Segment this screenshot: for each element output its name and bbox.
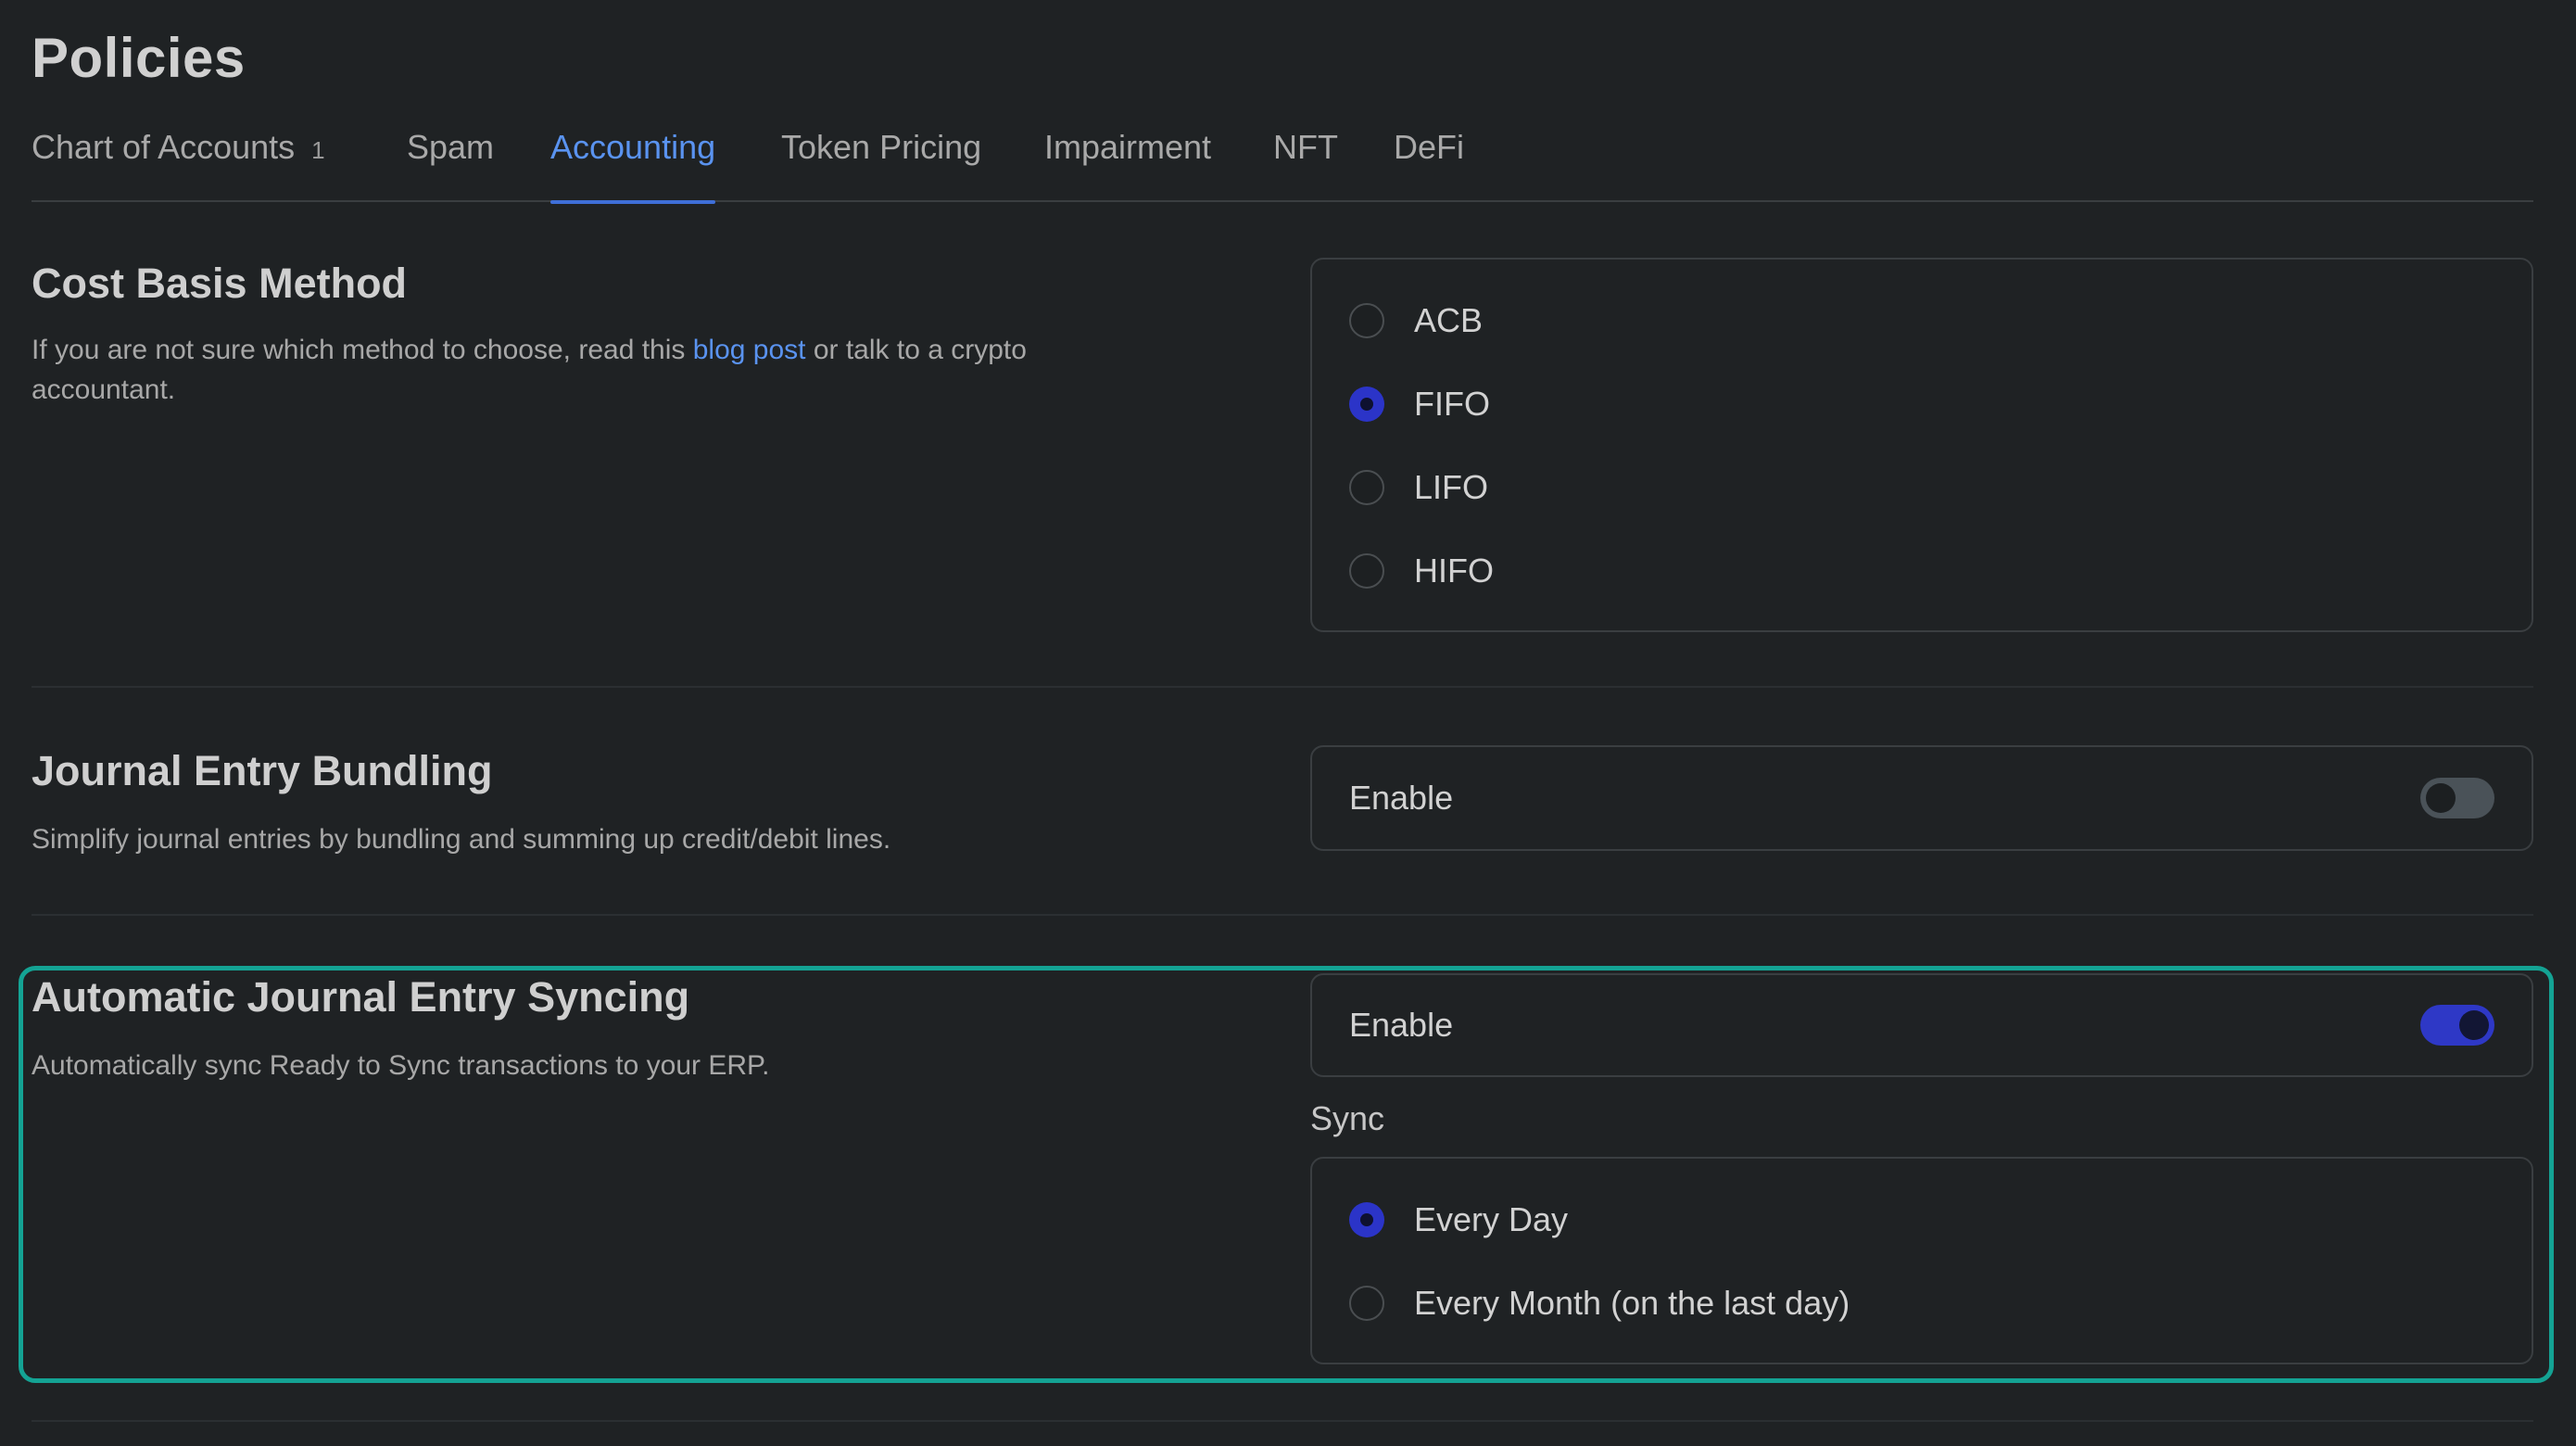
tab-nft[interactable]: NFT: [1273, 128, 1338, 202]
cost-basis-title: Cost Basis Method: [32, 260, 408, 307]
enable-label: Enable: [1349, 1006, 1454, 1044]
radio-button[interactable]: [1349, 470, 1384, 505]
radio-button[interactable]: [1349, 303, 1384, 338]
section-divider: [32, 1420, 2533, 1422]
radio-option-hifo[interactable]: HIFO: [1349, 543, 1494, 599]
radio-option-acb[interactable]: ACB: [1349, 293, 1483, 349]
cost-basis-desc-text: If you are not sure which method to choo…: [32, 335, 693, 365]
tab-label: DeFi: [1394, 128, 1465, 166]
tab-defi[interactable]: DeFi: [1394, 128, 1464, 202]
radio-label: FIFO: [1414, 385, 1490, 423]
tab-token-pricing[interactable]: Token Pricing: [781, 128, 981, 202]
bundling-title: Journal Entry Bundling: [32, 747, 493, 794]
tab-label: Spam: [407, 128, 495, 166]
radio-option-fifo[interactable]: FIFO: [1349, 376, 1490, 432]
radio-label: Every Day: [1414, 1200, 1569, 1238]
auto-sync-description: Automatically sync Ready to Sync transac…: [32, 1050, 770, 1081]
radio-button-selected[interactable]: [1349, 387, 1384, 422]
auto-sync-toggle[interactable]: [2420, 1005, 2494, 1046]
cost-basis-description: If you are not sure which method to choo…: [32, 330, 1162, 410]
tab-impairment[interactable]: Impairment: [1044, 128, 1211, 202]
radio-button-selected[interactable]: [1349, 1202, 1384, 1237]
tab-count-badge: 1: [311, 136, 325, 164]
section-divider: [32, 686, 2533, 688]
section-divider: [32, 914, 2533, 916]
radio-option-every-day[interactable]: Every Day: [1349, 1192, 1568, 1248]
bundling-description: Simplify journal entries by bundling and…: [32, 824, 891, 855]
tab-label: Accounting: [550, 128, 716, 166]
auto-sync-enable-row: Enable: [1310, 973, 2533, 1077]
tab-chart-of-accounts[interactable]: Chart of Accounts 1: [32, 128, 325, 202]
sync-frequency-radio-group: Every Day Every Month (on the last day): [1310, 1157, 2533, 1364]
sync-frequency-label: Sync: [1310, 1099, 1385, 1137]
bundling-toggle[interactable]: [2420, 778, 2494, 818]
radio-option-lifo[interactable]: LIFO: [1349, 460, 1488, 515]
tab-spam[interactable]: Spam: [407, 128, 494, 202]
auto-sync-title: Automatic Journal Entry Syncing: [32, 973, 690, 1021]
tab-label: Impairment: [1044, 128, 1212, 166]
enable-label: Enable: [1349, 779, 1454, 817]
bundling-enable-row: Enable: [1310, 745, 2533, 851]
tab-accounting[interactable]: Accounting: [550, 128, 716, 204]
radio-label: ACB: [1414, 301, 1484, 339]
tab-label: NFT: [1273, 128, 1338, 166]
radio-label: LIFO: [1414, 468, 1489, 506]
radio-button[interactable]: [1349, 553, 1384, 589]
cost-basis-radio-group: ACB FIFO LIFO HIFO: [1310, 258, 2533, 632]
tab-label: Chart of Accounts: [32, 128, 296, 166]
toggle-knob: [2459, 1010, 2489, 1040]
radio-button[interactable]: [1349, 1286, 1384, 1321]
radio-label: Every Month (on the last day): [1414, 1284, 1850, 1322]
policies-page: Policies Chart of Accounts 1 Spam Account…: [0, 0, 2576, 1446]
radio-option-every-month[interactable]: Every Month (on the last day): [1349, 1275, 1850, 1331]
radio-label: HIFO: [1414, 552, 1494, 590]
page-title: Policies: [32, 27, 246, 89]
tab-label: Token Pricing: [781, 128, 982, 166]
blog-post-link[interactable]: blog post: [693, 335, 806, 365]
toggle-knob: [2426, 783, 2456, 813]
policy-tabs: Chart of Accounts 1 Spam Accounting Token…: [32, 128, 2533, 204]
